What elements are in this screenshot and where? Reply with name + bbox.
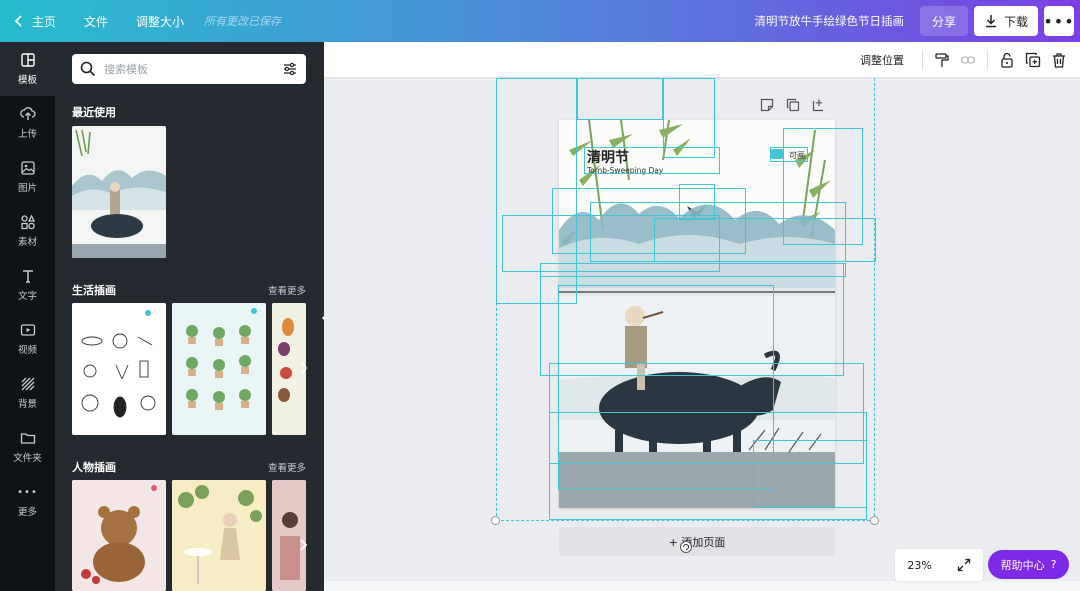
template-preview: [72, 303, 166, 435]
template-thumb-recent[interactable]: [72, 126, 166, 258]
help-center-button[interactable]: 帮助中心 ?: [988, 550, 1069, 579]
upload-icon: [19, 107, 36, 120]
search-icon: [80, 61, 96, 77]
duplicate-button[interactable]: [1020, 47, 1046, 73]
rail-label: 文字: [17, 291, 37, 302]
trash-icon: [1053, 52, 1065, 68]
zoom-level[interactable]: 23%: [907, 559, 931, 572]
search-input[interactable]: [104, 62, 274, 76]
element-outline[interactable]: [584, 147, 720, 174]
file-menu[interactable]: 文件: [70, 0, 122, 42]
template-icon: [20, 53, 35, 67]
filter-icon[interactable]: [282, 61, 298, 77]
fullscreen-icon[interactable]: [957, 558, 971, 572]
resize-handle-bottom-left[interactable]: [491, 516, 500, 525]
chevron-left-icon: [14, 15, 22, 27]
resize-menu[interactable]: 调整大小: [122, 0, 198, 42]
share-button[interactable]: 分享: [919, 6, 968, 36]
link-icon: [960, 55, 976, 64]
section-title-recent: 最近使用: [72, 106, 116, 119]
section-title-life: 生活插画: [72, 284, 116, 297]
elements-icon: [20, 214, 35, 230]
template-thumb-people-2[interactable]: [172, 480, 266, 591]
section-title-people: 人物插画: [72, 461, 116, 474]
add-page-button[interactable]: + 添加页面: [559, 527, 835, 556]
paint-roller-icon: [935, 52, 949, 67]
duplicate-icon: [1025, 52, 1041, 67]
folder-icon: [20, 433, 35, 444]
lock-button[interactable]: [994, 47, 1020, 73]
template-preview: [72, 126, 166, 258]
text-icon: [22, 270, 33, 283]
template-search[interactable]: [72, 54, 306, 84]
template-thumb-life-1[interactable]: [72, 303, 166, 435]
download-button[interactable]: 下载: [973, 6, 1038, 36]
rail-item-elements[interactable]: 素材: [0, 204, 55, 258]
rail-item-photos[interactable]: 图片: [0, 150, 55, 204]
rail-label: 背景: [17, 399, 37, 410]
rail-item-video[interactable]: 视频: [0, 312, 55, 366]
rail-item-more[interactable]: ••• 更多: [0, 474, 55, 528]
canvas-bottom-strip: [324, 581, 1080, 591]
design-canvas[interactable]: 清明节 Tomb-Sweeping Day 可画 + 添加页面: [324, 78, 1080, 581]
help-label: 帮助中心: [1000, 558, 1045, 572]
back-button[interactable]: [0, 0, 28, 42]
chevron-right-icon: [300, 362, 308, 374]
toolbar-divider: [922, 49, 923, 70]
zoom-control[interactable]: 23%: [895, 549, 983, 581]
download-icon: [985, 15, 996, 28]
element-outline[interactable]: [753, 440, 867, 508]
download-label: 下载: [1003, 14, 1028, 29]
rail-label: 文件夹: [13, 453, 42, 464]
element-toolbar: 调整位置: [324, 42, 1080, 78]
more-icon: •••: [17, 486, 38, 498]
templates-panel: 最近使用 生活插画 查看更多: [55, 42, 324, 591]
see-more-people[interactable]: 查看更多: [268, 460, 306, 474]
side-rail: 模板 上传 图片 素材 文字 视频 背景 文件夹 ••• 更多: [0, 42, 55, 591]
template-preview: [172, 480, 266, 591]
help-icon: ?: [1050, 558, 1057, 571]
save-status: 所有更改已保存: [204, 15, 282, 28]
template-thumb-life-2[interactable]: [172, 303, 266, 435]
template-preview: [72, 480, 166, 591]
rail-item-text[interactable]: 文字: [0, 258, 55, 312]
rotate-handle-icon[interactable]: [680, 541, 692, 553]
template-preview: [172, 303, 266, 435]
rail-label: 模板: [17, 75, 37, 86]
copy-style-button[interactable]: [929, 47, 955, 73]
unlock-icon: [1001, 52, 1013, 68]
element-outline[interactable]: [577, 78, 663, 120]
carousel-next-people[interactable]: [293, 535, 313, 555]
rail-label: 图片: [17, 183, 37, 194]
element-outline[interactable]: [663, 78, 715, 158]
carousel-next-life[interactable]: [293, 358, 313, 378]
delete-button[interactable]: [1046, 47, 1072, 73]
template-thumb-people-1[interactable]: [72, 480, 166, 591]
rail-item-upload[interactable]: 上传: [0, 96, 55, 150]
rail-label: 视频: [17, 345, 37, 356]
rail-item-folder[interactable]: 文件夹: [0, 420, 55, 474]
image-icon: [20, 161, 35, 175]
rail-label: 更多: [17, 507, 37, 518]
home-link[interactable]: 主页: [28, 0, 70, 42]
element-outline[interactable]: [654, 218, 876, 262]
document-title[interactable]: 清明节放牛手绘绿色节日插画: [754, 13, 904, 29]
chevron-right-icon: [300, 539, 308, 551]
ellipsis-icon: •••: [1043, 11, 1075, 31]
top-bar: 主页 文件 调整大小 所有更改已保存 清明节放牛手绘绿色节日插画 分享 下载 •…: [0, 0, 1080, 42]
background-icon: [21, 377, 34, 391]
rail-label: 上传: [17, 129, 37, 140]
position-button[interactable]: 调整位置: [860, 52, 904, 68]
toolbar-divider: [987, 49, 988, 70]
rail-item-templates[interactable]: 模板: [0, 42, 55, 96]
video-icon: [20, 324, 35, 336]
rail-item-background[interactable]: 背景: [0, 366, 55, 420]
rail-label: 素材: [17, 237, 37, 248]
resize-handle-bottom-right[interactable]: [870, 516, 879, 525]
more-options-button[interactable]: •••: [1043, 6, 1075, 36]
see-more-life[interactable]: 查看更多: [268, 283, 306, 297]
link-button[interactable]: [955, 47, 981, 73]
